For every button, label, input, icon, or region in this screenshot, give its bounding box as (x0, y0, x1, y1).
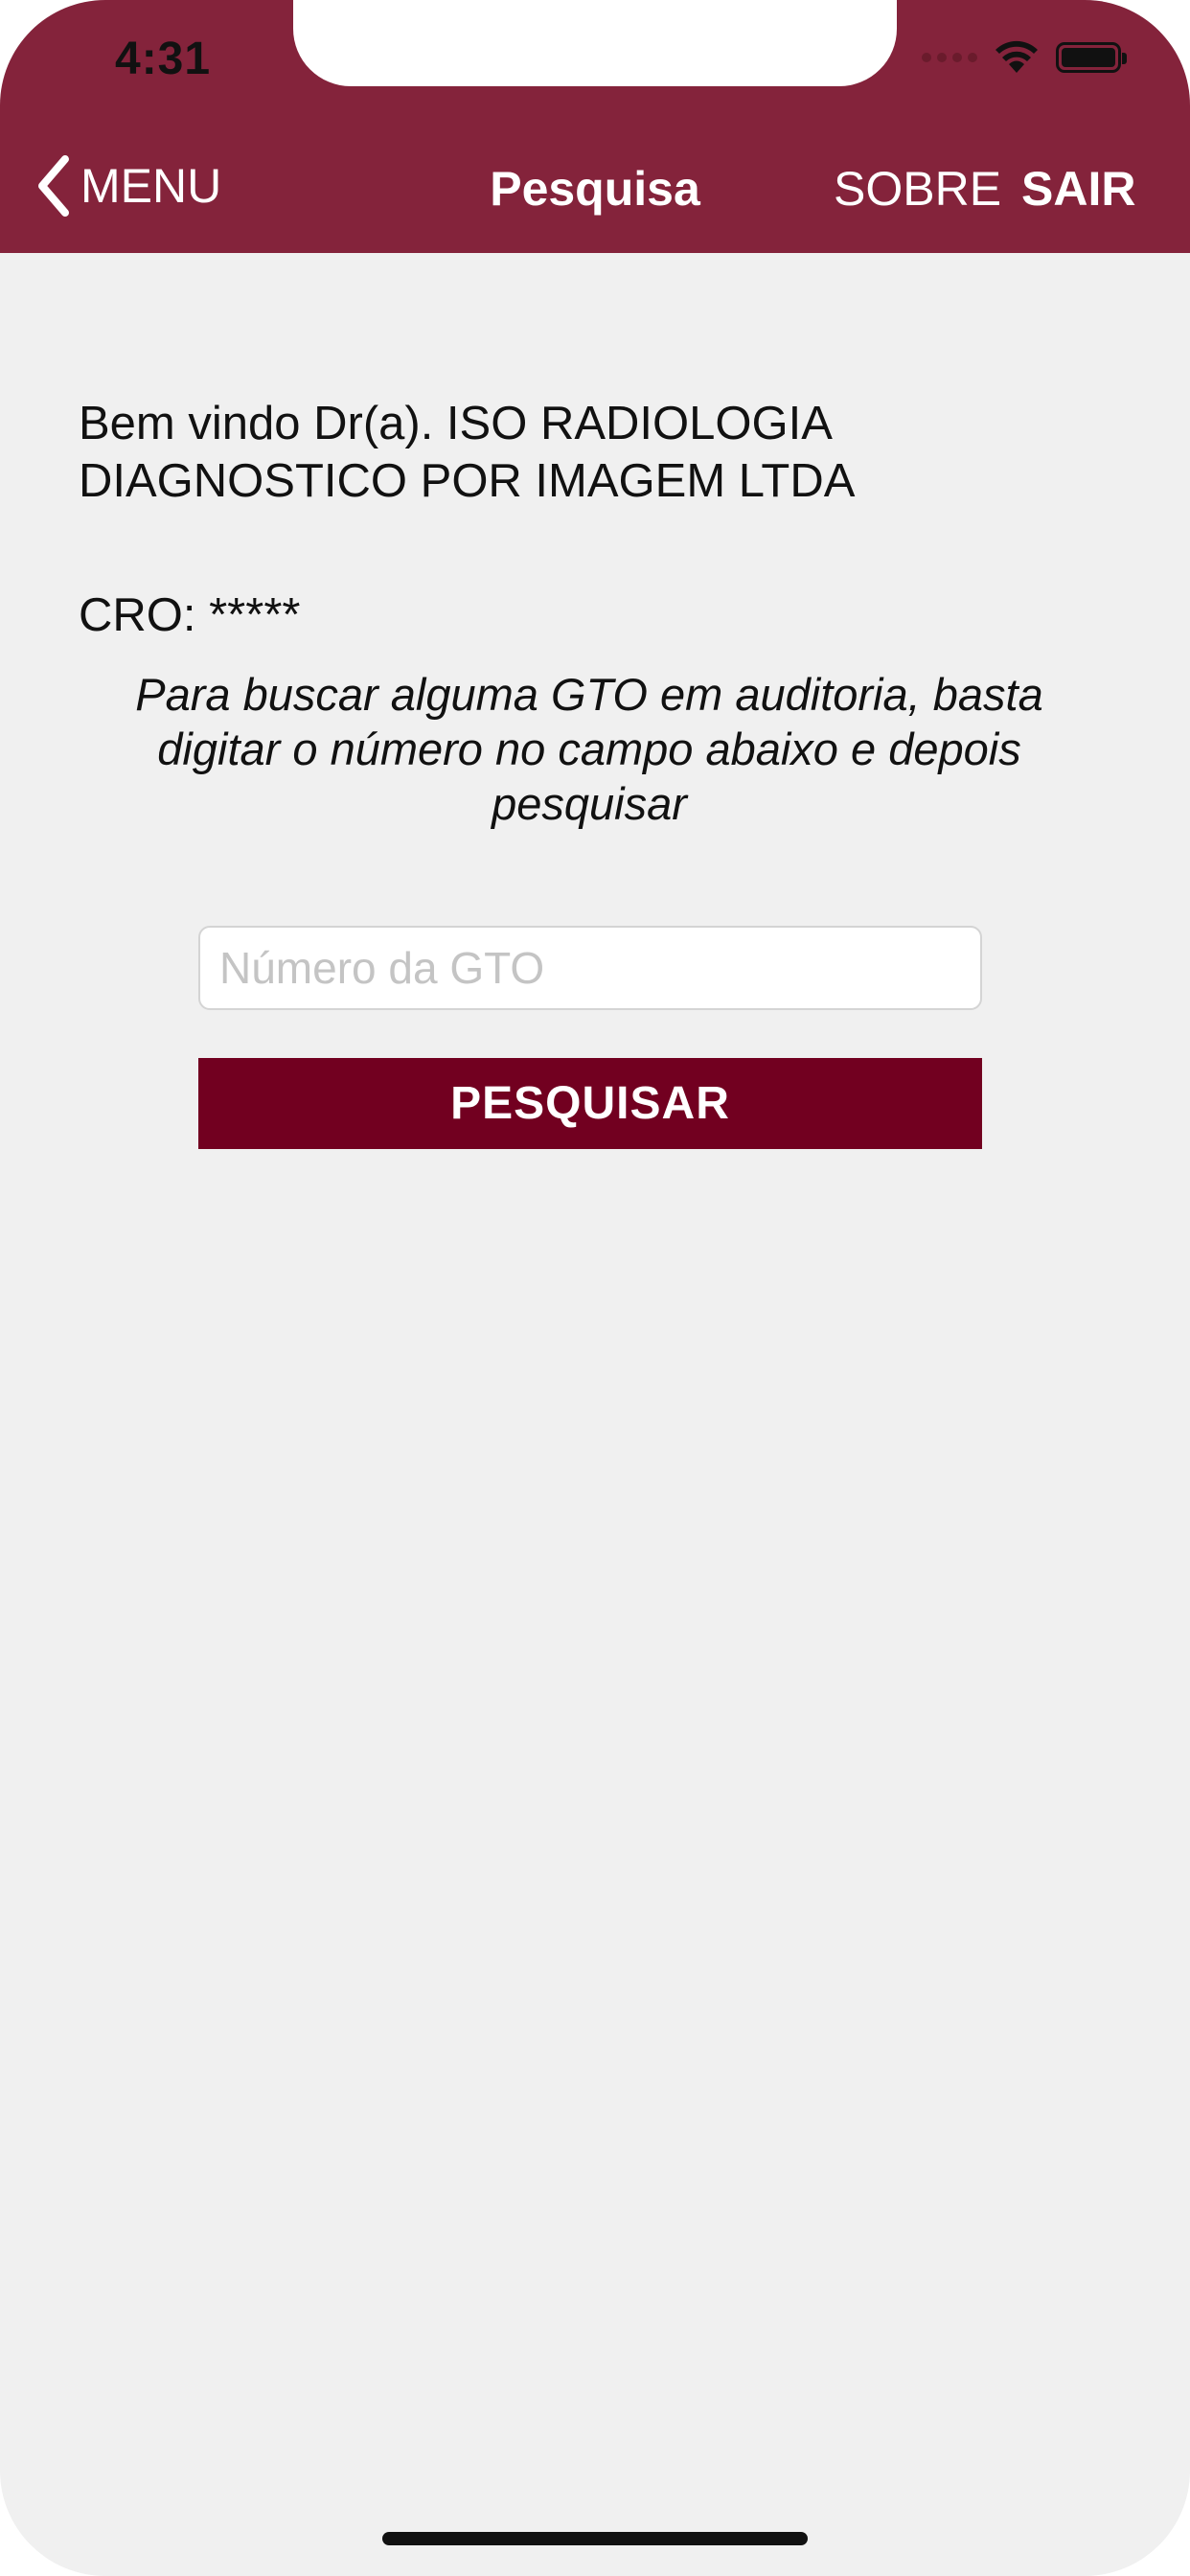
gto-number-input[interactable] (198, 926, 982, 1010)
header-bar: 4:31 MENU Pesquisa SOBRE SAIR (0, 0, 1190, 253)
battery-icon (1056, 42, 1127, 73)
page-title: Pesquisa (490, 162, 700, 216)
instructions-text: Para buscar alguma GTO em auditoria, bas… (135, 669, 1043, 829)
status-time: 4:31 (115, 34, 212, 84)
welcome-text: Bem vindo Dr(a). ISO RADIOLOGIA DIAGNOST… (79, 398, 856, 507)
app-screen: 4:31 MENU Pesquisa SOBRE SAIR Bem vindo … (0, 0, 1190, 2576)
wifi-icon (995, 40, 1038, 73)
cellular-signal-icon (922, 53, 977, 62)
navigation-bar: MENU Pesquisa SOBRE SAIR (0, 144, 1190, 240)
search-button[interactable]: PESQUISAR (198, 1058, 982, 1149)
logout-button[interactable]: SAIR (1021, 161, 1135, 217)
cro-text: CRO: ***** (79, 589, 301, 641)
home-indicator[interactable] (382, 2532, 808, 2545)
status-icons (922, 40, 1127, 75)
device-notch (293, 0, 897, 86)
about-button[interactable]: SOBRE (834, 161, 1001, 217)
